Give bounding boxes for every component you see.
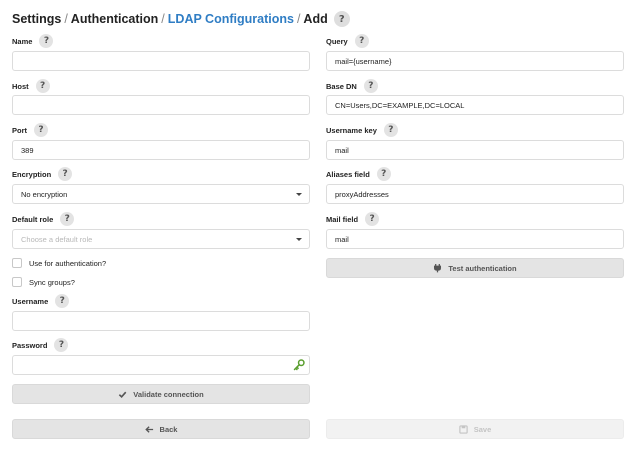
name-label-text: Name <box>12 36 33 46</box>
encryption-label: Encryption ? <box>12 167 73 181</box>
password-label: Password ? <box>12 338 69 352</box>
breadcrumb: Settings / Authentication / LDAP Configu… <box>12 10 350 28</box>
username-key-label: Username key ? <box>326 123 398 137</box>
port-label-text: Port <box>12 125 27 135</box>
base-dn-label: Base DN ? <box>326 79 378 93</box>
page-title: Add <box>303 12 328 26</box>
base-dn-label-text: Base DN <box>326 81 357 91</box>
help-icon[interactable]: ? <box>58 167 73 181</box>
chevron-down-icon <box>296 238 302 241</box>
query-input[interactable]: mail={username} <box>326 51 624 71</box>
back-button[interactable]: Back <box>12 419 310 439</box>
username-key-input[interactable]: mail <box>326 140 624 160</box>
plug-icon <box>433 263 442 273</box>
use-for-auth-checkbox[interactable]: Use for authentication? <box>12 257 106 269</box>
key-icon[interactable] <box>293 359 305 371</box>
help-icon[interactable]: ? <box>354 34 369 48</box>
help-icon[interactable]: ? <box>333 11 350 27</box>
aliases-field-label: Aliases field ? <box>326 167 391 181</box>
help-icon[interactable]: ? <box>54 338 69 352</box>
encryption-label-text: Encryption <box>12 169 52 179</box>
checkbox-box[interactable] <box>12 277 22 287</box>
aliases-field-input[interactable]: proxyAddresses <box>326 184 624 204</box>
help-icon[interactable]: ? <box>39 34 54 48</box>
chevron-down-icon <box>296 193 302 196</box>
default-role-label: Default role ? <box>12 212 75 226</box>
mail-field-input[interactable]: mail <box>326 229 624 249</box>
base-dn-input[interactable]: CN=Users,DC=EXAMPLE,DC=LOCAL <box>326 95 624 115</box>
password-label-text: Password <box>12 340 48 350</box>
help-icon[interactable]: ? <box>365 212 380 226</box>
encryption-selected-value: No encryption <box>21 189 68 199</box>
host-label-text: Host <box>12 81 29 91</box>
default-role-placeholder: Choose a default role <box>21 234 93 244</box>
default-role-select[interactable]: Choose a default role <box>12 229 310 249</box>
mail-field-label: Mail field ? <box>326 212 380 226</box>
save-icon <box>459 424 468 434</box>
port-label: Port ? <box>12 123 48 137</box>
back-label: Back <box>159 424 178 434</box>
default-role-label-text: Default role <box>12 214 54 224</box>
aliases-field-label-text: Aliases field <box>326 169 370 179</box>
save-button[interactable]: Save <box>326 419 624 439</box>
username-input[interactable] <box>12 311 310 331</box>
breadcrumb-separator: / <box>296 12 301 26</box>
save-label: Save <box>473 424 492 434</box>
help-icon[interactable]: ? <box>55 294 70 308</box>
checkbox-box[interactable] <box>12 258 22 268</box>
sync-groups-label: Sync groups? <box>29 277 75 287</box>
help-icon[interactable]: ? <box>35 79 50 93</box>
breadcrumb-authentication[interactable]: Authentication <box>71 12 159 26</box>
query-label: Query ? <box>326 34 369 48</box>
name-input[interactable] <box>12 51 310 71</box>
use-for-auth-label: Use for authentication? <box>29 258 107 268</box>
query-label-text: Query <box>326 36 348 46</box>
check-icon <box>118 390 127 399</box>
help-icon[interactable]: ? <box>34 123 48 137</box>
help-icon[interactable]: ? <box>60 212 75 226</box>
test-authentication-button[interactable]: Test authentication <box>326 258 624 278</box>
breadcrumb-separator: / <box>64 12 68 26</box>
validate-connection-label: Validate connection <box>133 389 204 399</box>
port-input[interactable]: 389 <box>12 140 310 160</box>
validate-connection-button[interactable]: Validate connection <box>12 384 310 404</box>
breadcrumb-separator: / <box>161 12 165 26</box>
help-icon[interactable]: ? <box>363 79 378 93</box>
password-input[interactable] <box>12 355 310 375</box>
help-icon[interactable]: ? <box>376 167 391 181</box>
breadcrumb-ldap-configurations[interactable]: LDAP Configurations <box>168 12 294 26</box>
host-input[interactable] <box>12 95 310 115</box>
breadcrumb-settings[interactable]: Settings <box>12 12 61 26</box>
sync-groups-checkbox[interactable]: Sync groups? <box>12 276 75 288</box>
encryption-select[interactable]: No encryption <box>12 184 310 204</box>
help-icon[interactable]: ? <box>383 123 398 137</box>
host-label: Host ? <box>12 79 50 93</box>
username-key-label-text: Username key <box>326 125 377 135</box>
mail-field-label-text: Mail field <box>326 214 359 224</box>
arrow-left-icon <box>144 425 154 434</box>
username-label: Username ? <box>12 294 70 308</box>
name-label: Name ? <box>12 34 54 48</box>
test-authentication-label: Test authentication <box>448 263 517 273</box>
username-label-text: Username <box>12 296 49 306</box>
